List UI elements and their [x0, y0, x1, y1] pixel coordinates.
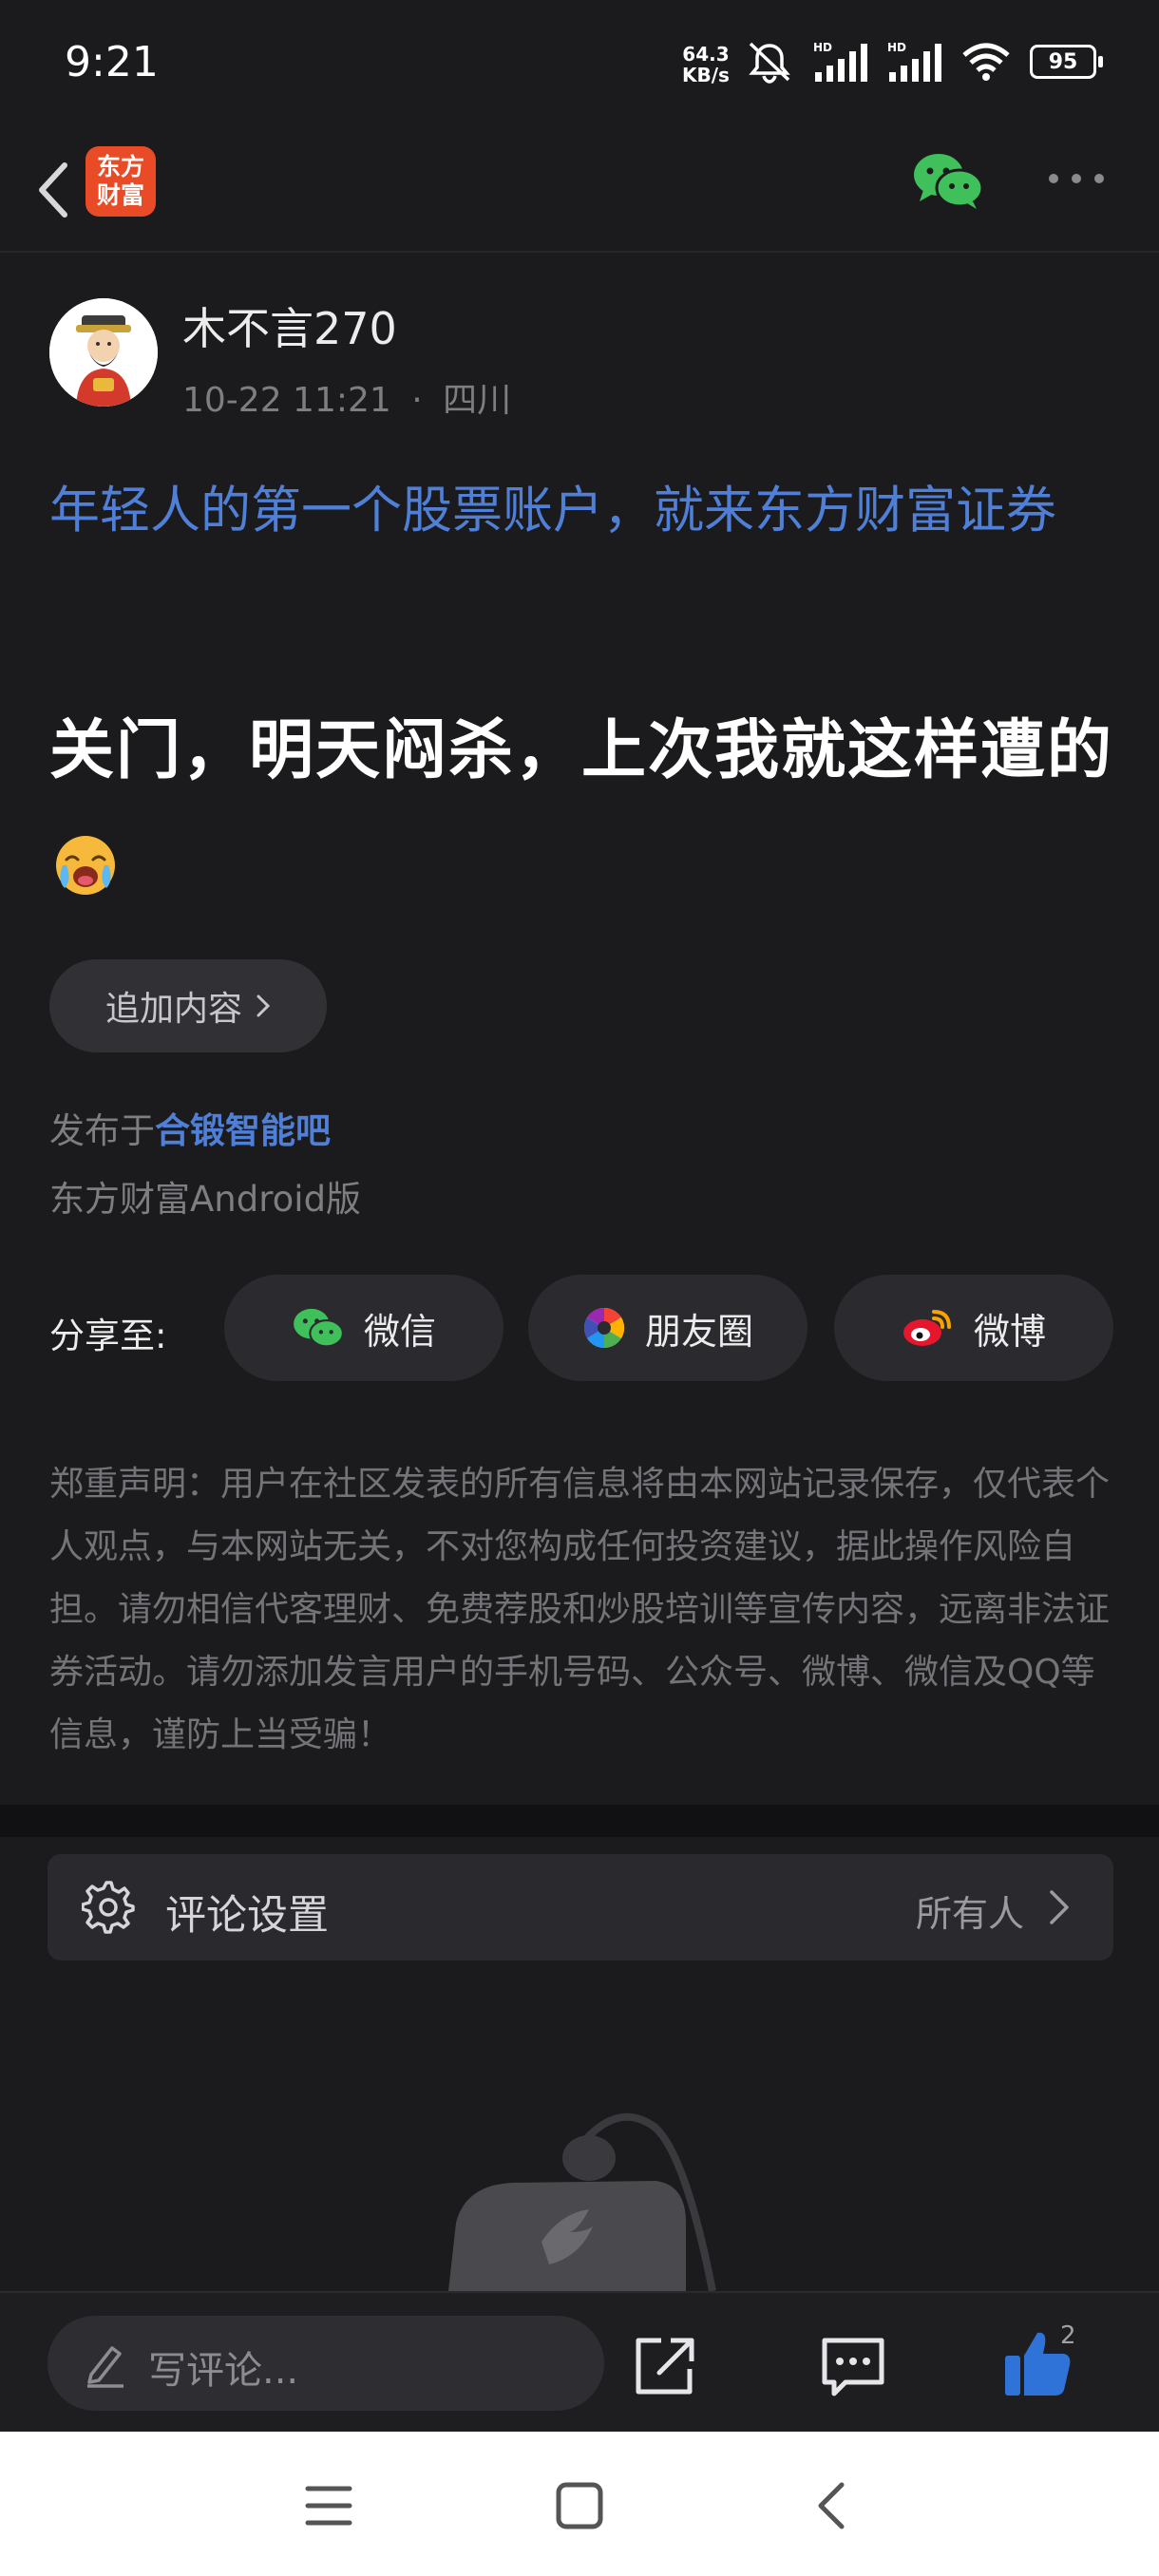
bottom-action-bar: 写评论... 2	[0, 2291, 1159, 2434]
share-weibo-button[interactable]: 微博	[834, 1275, 1113, 1381]
share-wechat-button[interactable]: 微信	[224, 1275, 504, 1381]
battery-level: 95	[1048, 49, 1078, 74]
system-navigation-bar	[0, 2432, 1159, 2576]
gear-icon	[82, 1881, 135, 1934]
comment-settings-title: 评论设置	[165, 1892, 329, 1940]
share-wechat-label: 微信	[363, 1310, 436, 1353]
author-avatar[interactable]	[49, 298, 158, 407]
comment-input-placeholder: 写评论...	[148, 2349, 299, 2393]
share-icon[interactable]	[633, 2335, 699, 2397]
append-content-label: 追加内容	[104, 990, 242, 1029]
comment-icon[interactable]	[819, 2335, 887, 2397]
moments-icon	[583, 1307, 625, 1349]
home-square-icon[interactable]	[551, 2477, 608, 2534]
more-dot	[1049, 174, 1058, 183]
network-speed-unit: KB/s	[682, 64, 730, 86]
mute-bell-icon	[749, 42, 790, 84]
comment-settings-row[interactable]: 评论设置 所有人	[48, 1854, 1113, 1960]
post-location: 四川	[443, 381, 512, 420]
system-back-icon[interactable]	[804, 2477, 861, 2534]
mascot-illustration-icon	[448, 2112, 716, 2291]
weibo-icon	[902, 1310, 951, 1346]
share-label: 分享至:	[49, 1316, 167, 1356]
post-detail-page: 9:21 64.3 KB/s HD HD 95 东方 财富 木不言270 10-…	[0, 0, 1159, 2576]
battery-indicator: 95	[1030, 45, 1103, 79]
cellular-signal-2-icon: HD	[887, 41, 941, 82]
pen-icon	[87, 2346, 124, 2388]
share-weibo-label: 微博	[973, 1310, 1046, 1353]
more-dot	[1072, 174, 1081, 183]
client-version: 东方财富Android版	[49, 1179, 362, 1220]
cellular-signal-1-icon: HD	[813, 41, 867, 82]
more-dot	[1094, 174, 1104, 183]
post-title-text: 关门，明天闷杀，上次我就这样遭的	[49, 713, 1114, 788]
wifi-icon	[962, 43, 1010, 81]
disclaimer-text: 郑重声明：用户在社区发表的所有信息将由本网站记录保存，仅代表个人观点，与本网站无…	[49, 1465, 1111, 1754]
eastmoney-logo[interactable]: 东方 财富	[86, 146, 156, 217]
post-timestamp: 10-22 11:21	[182, 381, 391, 420]
share-row: 分享至: 微信 朋友圈 微博	[49, 1275, 1123, 1381]
fortune-god-avatar-icon	[49, 298, 158, 407]
author-name[interactable]: 木不言270	[182, 294, 397, 357]
section-divider	[0, 1805, 1159, 1837]
crying-face-emoji-icon	[56, 836, 115, 895]
chevron-right-icon	[1050, 1890, 1069, 1924]
menu-icon[interactable]	[300, 2477, 357, 2534]
status-time: 9:21	[65, 38, 159, 86]
wechat-icon	[294, 1308, 344, 1348]
chevron-right-icon	[256, 994, 271, 1017]
network-speed-value: 64.3	[682, 43, 730, 66]
promo-link[interactable]: 年轻人的第一个股票账户，就来东方财富证券	[49, 469, 1123, 553]
top-navigation: 东方 财富	[0, 133, 1159, 253]
stock-bar-link[interactable]: 合锻智能吧	[155, 1110, 331, 1151]
like-count: 2	[1060, 2321, 1076, 2350]
svg-text:HD: HD	[887, 41, 906, 54]
share-moments-label: 朋友圈	[644, 1310, 753, 1353]
logo-text-line1: 东方	[96, 153, 144, 180]
back-arrow-icon[interactable]	[23, 152, 89, 228]
status-bar: 9:21 64.3 KB/s HD HD 95	[0, 0, 1159, 133]
published-in: 发布于合锻智能吧	[49, 1102, 331, 1153]
meta-separator: ·	[411, 381, 423, 420]
network-speed: 64.3 KB/s	[682, 44, 730, 85]
empty-comments-illustration	[437, 2090, 741, 2291]
more-options-button[interactable]	[1049, 169, 1112, 188]
append-content-button[interactable]: 追加内容	[49, 959, 327, 1052]
status-icons: HD HD 95	[745, 40, 1103, 84]
svg-text:HD: HD	[813, 41, 832, 54]
comment-settings-value: 所有人	[915, 1893, 1024, 1935]
published-prefix: 发布于	[49, 1110, 155, 1151]
share-moments-button[interactable]: 朋友圈	[528, 1275, 808, 1381]
comment-input[interactable]: 写评论...	[48, 2316, 604, 2411]
post-meta: 10-22 11:21 · 四川	[182, 372, 511, 422]
post-title: 关门，明天闷杀，上次我就这样遭的	[49, 693, 1123, 925]
logo-text-line2: 财富	[96, 181, 144, 209]
wechat-share-icon[interactable]	[912, 150, 984, 211]
